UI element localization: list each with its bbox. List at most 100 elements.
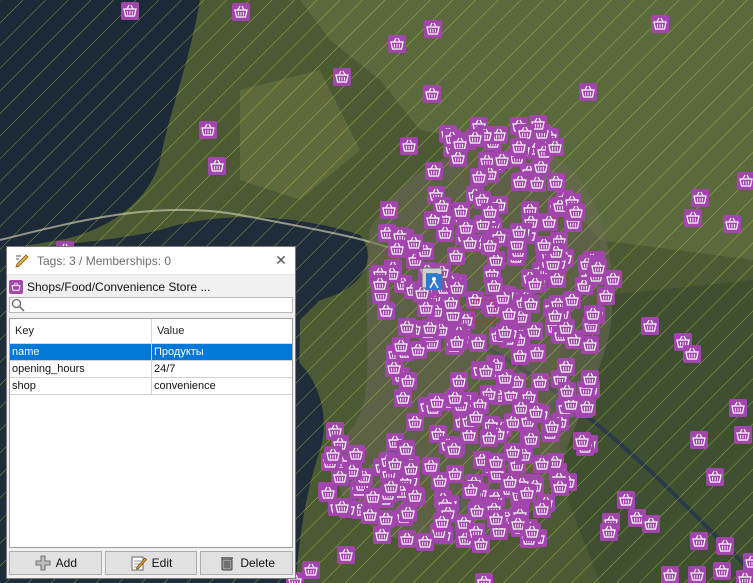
basket-icon[interactable] <box>232 3 250 21</box>
basket-icon[interactable] <box>522 295 540 313</box>
basket-icon[interactable] <box>364 488 382 506</box>
basket-icon[interactable] <box>573 432 591 450</box>
basket-icon[interactable] <box>319 484 337 502</box>
basket-icon[interactable] <box>617 491 635 509</box>
basket-icon[interactable] <box>563 291 581 309</box>
table-row[interactable]: name Продукты <box>10 344 292 361</box>
basket-icon[interactable] <box>533 455 551 473</box>
basket-icon[interactable] <box>402 460 420 478</box>
basket-icon[interactable] <box>523 523 541 541</box>
basket-icon[interactable] <box>380 201 398 219</box>
basket-icon[interactable] <box>496 323 514 341</box>
basket-icon[interactable] <box>397 440 415 458</box>
basket-icon[interactable] <box>448 333 466 351</box>
basket-icon[interactable] <box>487 453 505 471</box>
basket-icon[interactable] <box>510 138 528 156</box>
basket-icon[interactable] <box>477 362 495 380</box>
basket-icon[interactable] <box>436 224 454 242</box>
basket-icon[interactable] <box>457 219 475 237</box>
basket-icon[interactable] <box>533 500 551 518</box>
basket-icon[interactable] <box>661 566 679 583</box>
basket-icon[interactable] <box>737 172 753 190</box>
column-header-value[interactable]: Value <box>152 319 292 343</box>
basket-icon[interactable] <box>416 533 434 551</box>
basket-icon[interactable] <box>121 2 139 20</box>
preset-link[interactable]: Shops/Food/Convenience Store ... <box>9 278 293 296</box>
basket-icon[interactable] <box>683 345 701 363</box>
basket-icon[interactable] <box>557 358 575 376</box>
basket-icon[interactable] <box>558 382 576 400</box>
delete-button[interactable]: Delete <box>200 551 294 575</box>
basket-icon[interactable] <box>199 121 217 139</box>
basket-icon[interactable] <box>475 573 493 583</box>
basket-icon[interactable] <box>467 408 485 426</box>
basket-icon[interactable] <box>469 334 487 352</box>
basket-icon[interactable] <box>688 566 706 583</box>
basket-icon[interactable] <box>405 234 423 252</box>
tag-key[interactable]: shop <box>10 378 152 394</box>
basket-icon[interactable] <box>535 236 553 254</box>
basket-icon[interactable] <box>528 344 546 362</box>
basket-icon[interactable] <box>377 302 395 320</box>
basket-icon[interactable] <box>373 526 391 544</box>
basket-icon[interactable] <box>743 553 753 571</box>
basket-icon[interactable] <box>422 457 440 475</box>
basket-icon[interactable] <box>462 481 480 499</box>
basket-icon[interactable] <box>546 138 564 156</box>
basket-icon[interactable] <box>423 85 441 103</box>
basket-icon[interactable] <box>487 510 505 528</box>
basket-icon[interactable] <box>409 341 427 359</box>
basket-icon[interactable] <box>324 446 342 464</box>
basket-icon[interactable] <box>690 431 708 449</box>
basket-icon[interactable] <box>578 398 596 416</box>
basket-icon[interactable] <box>208 157 226 175</box>
basket-icon[interactable] <box>425 162 443 180</box>
close-icon[interactable]: ✕ <box>269 250 293 272</box>
basket-icon[interactable] <box>684 209 702 227</box>
basket-icon[interactable] <box>531 373 549 391</box>
basket-icon[interactable] <box>472 535 490 553</box>
basket-icon[interactable] <box>347 445 365 463</box>
basket-icon[interactable] <box>526 275 544 293</box>
basket-icon[interactable] <box>371 275 389 293</box>
table-row[interactable]: shop convenience <box>10 378 292 395</box>
basket-icon[interactable] <box>428 393 446 411</box>
basket-icon[interactable] <box>333 68 351 86</box>
basket-icon[interactable] <box>584 305 602 323</box>
basket-icon[interactable] <box>406 413 424 431</box>
tag-value[interactable]: Продукты <box>152 344 292 360</box>
basket-icon[interactable] <box>398 318 416 336</box>
basket-icon[interactable] <box>641 317 659 335</box>
basket-icon[interactable] <box>546 307 564 325</box>
basket-icon[interactable] <box>597 287 615 305</box>
basket-icon[interactable] <box>579 83 597 101</box>
basket-icon[interactable] <box>331 468 349 486</box>
basket-icon[interactable] <box>493 151 511 169</box>
basket-icon[interactable] <box>528 174 546 192</box>
basket-icon[interactable] <box>337 546 355 564</box>
basket-icon[interactable] <box>417 299 435 317</box>
basket-icon[interactable] <box>394 389 412 407</box>
tag-value[interactable]: 24/7 <box>152 361 292 377</box>
basket-icon[interactable] <box>589 259 607 277</box>
basket-icon[interactable] <box>452 202 470 220</box>
basket-icon[interactable] <box>468 502 486 520</box>
basket-icon[interactable] <box>470 168 488 186</box>
basket-icon[interactable] <box>449 149 467 167</box>
basket-icon[interactable] <box>651 15 669 33</box>
basket-icon[interactable] <box>424 20 442 38</box>
basket-icon[interactable] <box>642 515 660 533</box>
basket-icon[interactable] <box>706 468 724 486</box>
basket-icon[interactable] <box>510 223 528 241</box>
basket-icon[interactable] <box>480 429 498 447</box>
basket-icon[interactable] <box>501 473 519 491</box>
basket-icon[interactable] <box>485 277 503 295</box>
basket-icon[interactable] <box>448 279 466 297</box>
basket-icon[interactable] <box>734 426 752 444</box>
basket-icon[interactable] <box>406 487 424 505</box>
basket-icon[interactable] <box>729 399 747 417</box>
basket-icon[interactable] <box>500 305 518 323</box>
basket-icon[interactable] <box>713 562 731 580</box>
basket-icon[interactable] <box>398 530 416 548</box>
basket-icon[interactable] <box>433 197 451 215</box>
